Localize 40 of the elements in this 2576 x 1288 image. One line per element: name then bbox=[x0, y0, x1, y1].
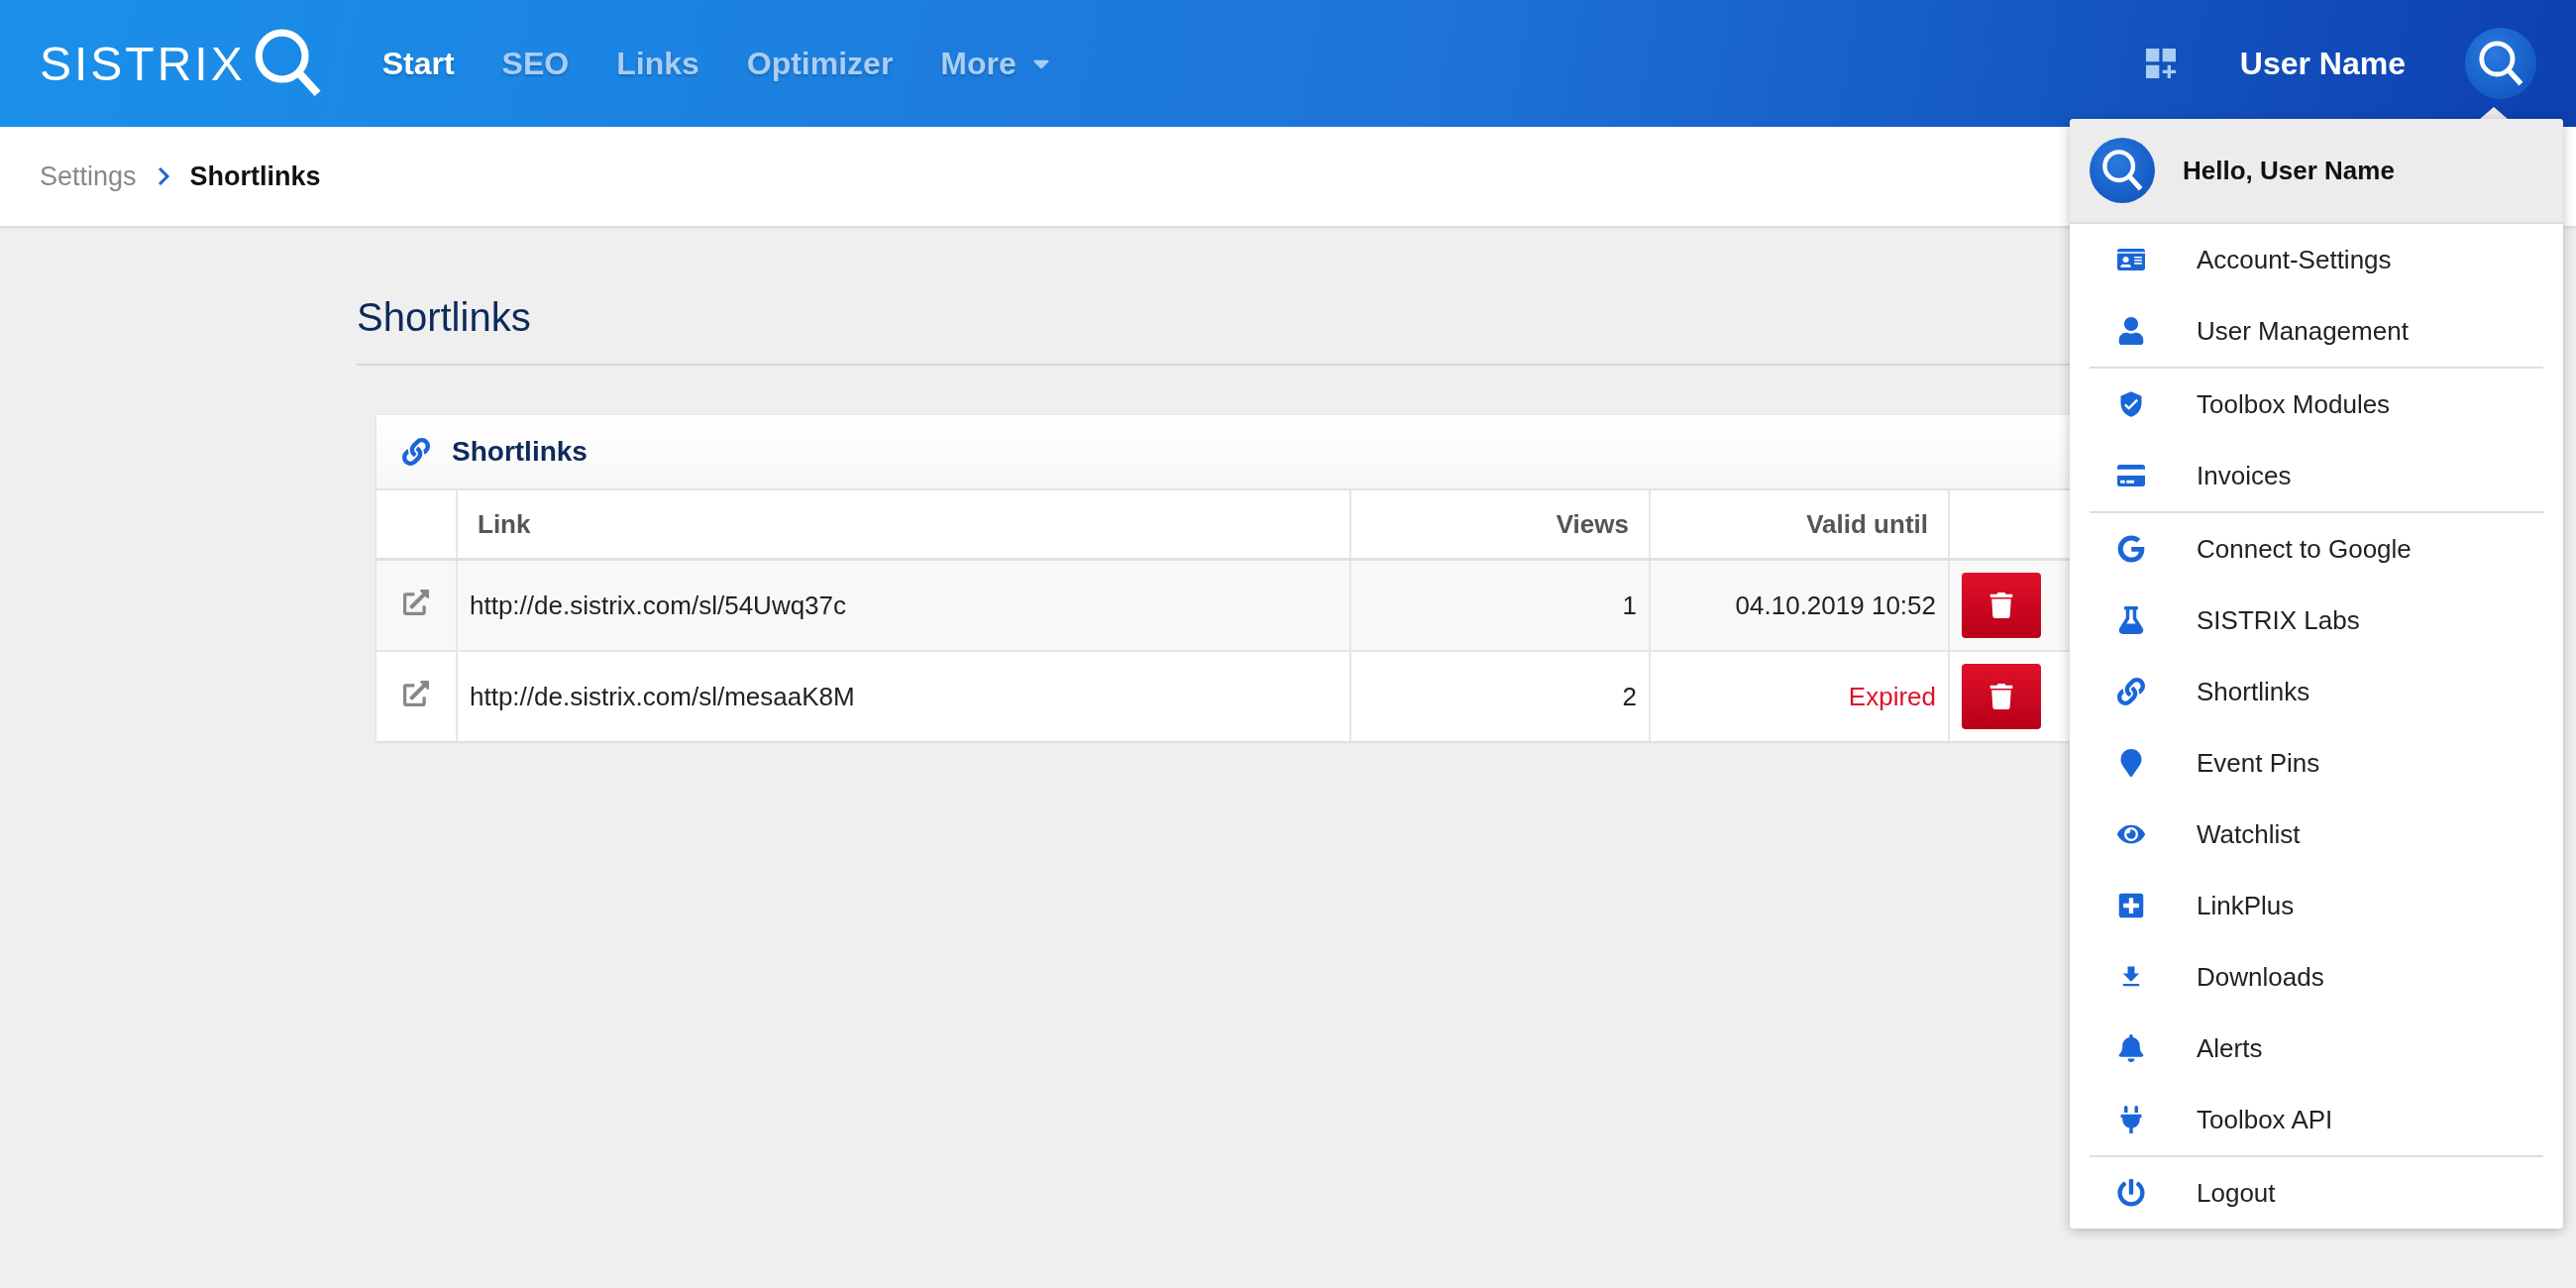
delete-button[interactable] bbox=[1962, 573, 2041, 638]
menu-item[interactable]: Downloads bbox=[2070, 941, 2563, 1013]
menu-item[interactable]: LinkPlus bbox=[2070, 870, 2563, 941]
logo-text: SISTRIX bbox=[40, 36, 246, 91]
user-name[interactable]: User Name bbox=[2239, 45, 2406, 82]
menu-item[interactable]: Alerts bbox=[2070, 1013, 2563, 1084]
external-link-icon[interactable] bbox=[403, 589, 429, 615]
menu-item[interactable]: Logout bbox=[2070, 1157, 2563, 1229]
delete-button[interactable] bbox=[1962, 664, 2041, 729]
link-icon bbox=[402, 438, 430, 466]
menu-item[interactable]: Invoices bbox=[2070, 440, 2563, 511]
chevron-icon bbox=[156, 166, 170, 186]
user-icon bbox=[2117, 317, 2145, 345]
trash-icon bbox=[1988, 684, 2014, 709]
id-card-icon bbox=[2117, 246, 2145, 273]
menu-item[interactable]: Account-Settings bbox=[2070, 224, 2563, 295]
breadcrumb-link[interactable]: Settings bbox=[40, 161, 137, 192]
menu-item[interactable]: Event Pins bbox=[2070, 727, 2563, 799]
card-icon bbox=[2117, 462, 2145, 489]
card-title: Shortlinks bbox=[452, 436, 588, 468]
menu-item[interactable]: Watchlist bbox=[2070, 799, 2563, 870]
link-icon bbox=[2117, 678, 2145, 705]
menu-item[interactable]: Shortlinks bbox=[2070, 656, 2563, 727]
bell-icon bbox=[2117, 1034, 2145, 1062]
menu-item[interactable]: Toolbox Modules bbox=[2070, 369, 2563, 440]
menu-item[interactable]: SISTRIX Labs bbox=[2070, 585, 2563, 656]
menu-item[interactable]: Toolbox API bbox=[2070, 1084, 2563, 1155]
menu-item[interactable]: User Management bbox=[2070, 295, 2563, 367]
breadcrumb-current: Shortlinks bbox=[189, 161, 321, 192]
power-icon bbox=[2117, 1179, 2145, 1207]
table-cell: 2 bbox=[1350, 651, 1650, 741]
table-cell: Expired bbox=[1650, 651, 1949, 741]
trash-icon bbox=[1988, 592, 2014, 618]
greeting: Hello, User Name bbox=[2183, 155, 2395, 186]
flask-icon bbox=[2117, 606, 2145, 634]
menu-item[interactable]: Connect to Google bbox=[2070, 513, 2563, 585]
table-cell: http://de.sistrix.com/sl/mesaaK8M bbox=[457, 651, 1350, 741]
nav-link[interactable]: Start bbox=[381, 45, 455, 82]
external-link-icon[interactable] bbox=[403, 680, 429, 706]
google-icon bbox=[2117, 535, 2145, 563]
